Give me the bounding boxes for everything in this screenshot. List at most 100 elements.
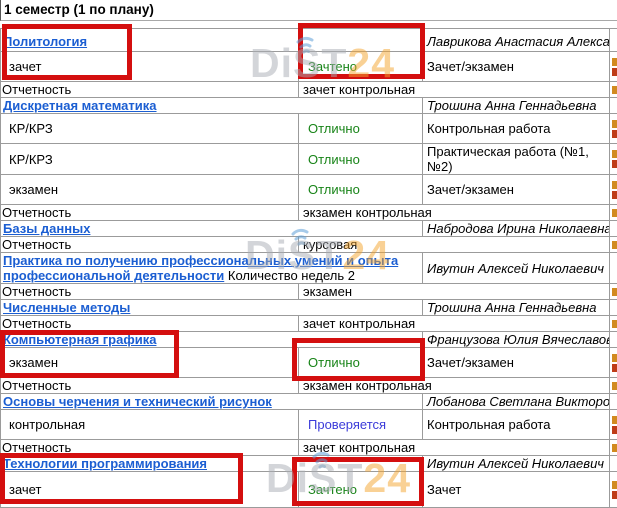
- table-row: Отчетностьэкзамен контрольная: [1, 205, 617, 221]
- control-kind-cell: Зачет: [423, 472, 610, 508]
- subject-cell: Политология: [1, 29, 423, 52]
- clipped-text-sliver: [612, 191, 617, 199]
- table-row: Базы данных Набродова Ирина Николаевна: [1, 221, 617, 237]
- clipped-edge-cell: [610, 82, 617, 98]
- page-title: 1 семестр (1 по плану): [0, 0, 617, 21]
- table-row: Практика по получению профессиональных у…: [1, 253, 617, 284]
- subject-suffix-text: Количество недель 2: [228, 268, 355, 283]
- subject-link[interactable]: Базы данных: [3, 221, 90, 236]
- subject-link[interactable]: Численные методы: [3, 300, 130, 315]
- clipped-text-sliver: [612, 354, 617, 362]
- clipped-text-sliver: [612, 130, 617, 138]
- table-row: Отчетностьзачет контрольная: [1, 440, 617, 456]
- report-label: Отчетность: [1, 205, 299, 221]
- table-row: ПолитологияЛаврикова Анастасия Алекса: [1, 29, 617, 52]
- control-kind-cell: Зачет/экзамен: [423, 52, 610, 82]
- report-value: курсовая: [299, 237, 610, 253]
- grade-value: Отлично: [299, 144, 423, 175]
- clipped-edge-cell: [610, 98, 617, 114]
- control-kind-cell: Контрольная работа: [423, 114, 610, 144]
- clipped-edge-cell: [610, 300, 617, 316]
- table-row: экзаменОтличноЗачет/экзамен: [1, 175, 617, 205]
- table-row: Компьютерная графикаФранцузова Юлия Вяче…: [1, 332, 617, 348]
- grade-value: Зачтено: [299, 472, 423, 508]
- clipped-edge-cell: [610, 410, 617, 440]
- table-row: Технологии программированияИвутин Алексе…: [1, 456, 617, 472]
- report-value: экзамен: [299, 284, 610, 300]
- clipped-edge-cell: [610, 253, 617, 284]
- subject-link[interactable]: Компьютерная графика: [3, 332, 156, 347]
- teacher-name: Ивутин Алексей Николаевич: [423, 253, 610, 284]
- semester-grades-table: ПолитологияЛаврикова Анастасия Алексазач…: [0, 28, 617, 508]
- clipped-edge-cell: [610, 316, 617, 332]
- clipped-edge-cell: [610, 472, 617, 508]
- table-row: Численные методыТрошина Анна Геннадьевна: [1, 300, 617, 316]
- clipped-edge-cell: [610, 440, 617, 456]
- report-value: зачет контрольная: [299, 316, 610, 332]
- teacher-name: Трошина Анна Геннадьевна: [423, 98, 610, 114]
- clipped-text-sliver: [612, 320, 617, 328]
- clipped-text-sliver: [612, 364, 617, 372]
- clipped-edge-cell: [610, 332, 617, 348]
- table-row: Отчетностьзачет контрольная: [1, 82, 617, 98]
- grade-value: Отлично: [299, 348, 423, 378]
- control-kind-cell: Зачет/экзамен: [423, 175, 610, 205]
- table-row: Основы черчения и технический рисунок Лоб…: [1, 394, 617, 410]
- control-type-cell: КР/КРЗ: [1, 114, 299, 144]
- clipped-text-sliver: [612, 120, 617, 128]
- clipped-text-sliver: [612, 209, 617, 217]
- clipped-edge-cell: [610, 348, 617, 378]
- grade-value: Зачтено: [299, 52, 423, 82]
- report-label: Отчетность: [1, 440, 299, 456]
- subject-link[interactable]: Основы черчения и технический рисунок: [3, 394, 272, 409]
- report-label: Отчетность: [1, 237, 299, 253]
- table-row: КР/КРЗОтличноКонтрольная работа: [1, 114, 617, 144]
- clipped-text-sliver: [612, 150, 617, 158]
- control-type-cell: экзамен: [1, 175, 299, 205]
- control-type-cell: экзамен: [1, 348, 299, 378]
- report-value: экзамен контрольная: [299, 205, 610, 221]
- subject-link[interactable]: Дискретная математика: [3, 98, 157, 113]
- subject-cell: Численные методы: [1, 300, 423, 316]
- table-row: Отчетностьэкзамен контрольная: [1, 378, 617, 394]
- clipped-text-sliver: [612, 86, 617, 94]
- grade-value: Отлично: [299, 114, 423, 144]
- clipped-text-sliver: [612, 241, 617, 249]
- clipped-edge-cell: [610, 221, 617, 237]
- clipped-text-sliver: [612, 382, 617, 390]
- subject-cell: Компьютерная графика: [1, 332, 423, 348]
- report-label: Отчетность: [1, 82, 299, 98]
- grade-value: Отлично: [299, 175, 423, 205]
- clipped-edge-cell: [610, 284, 617, 300]
- report-label: Отчетность: [1, 316, 299, 332]
- clipped-edge-cell: [610, 114, 617, 144]
- report-value: зачет контрольная: [299, 82, 610, 98]
- control-type-cell: зачет: [1, 472, 299, 508]
- table-row: контрольнаяПроверяетсяКонтрольная работа: [1, 410, 617, 440]
- subject-link[interactable]: Технологии программирования: [3, 456, 207, 471]
- clipped-edge-cell: [610, 378, 617, 394]
- clipped-edge-cell: [610, 456, 617, 472]
- table-row: Отчетностьэкзамен: [1, 284, 617, 300]
- subject-cell: Дискретная математика: [1, 98, 423, 114]
- clipped-text-sliver: [612, 68, 617, 76]
- clipped-text-sliver: [612, 491, 617, 499]
- table-row: зачетЗачтеноЗачет/экзамен: [1, 52, 617, 82]
- teacher-name: Лобанова Светлана Викторо: [423, 394, 610, 410]
- clipped-text-sliver: [612, 288, 617, 296]
- control-type-cell: КР/КРЗ: [1, 144, 299, 175]
- clipped-text-sliver: [612, 416, 617, 424]
- clipped-edge-cell: [610, 205, 617, 221]
- clipped-edge-cell: [610, 29, 617, 52]
- table-row: Дискретная математика Трошина Анна Геннад…: [1, 98, 617, 114]
- teacher-name: Набродова Ирина Николаевна: [423, 221, 610, 237]
- clipped-text-sliver: [612, 160, 617, 168]
- subject-link[interactable]: Политология: [3, 34, 87, 49]
- report-label: Отчетность: [1, 284, 299, 300]
- table-row: КР/КРЗОтличноПрактическая работа (№1, №2…: [1, 144, 617, 175]
- subject-cell: Практика по получению профессиональных у…: [1, 253, 423, 284]
- control-type-cell: зачет: [1, 52, 299, 82]
- table-row: Отчетностьзачет контрольная: [1, 316, 617, 332]
- clipped-text-sliver: [612, 181, 617, 189]
- report-label: Отчетность: [1, 378, 299, 394]
